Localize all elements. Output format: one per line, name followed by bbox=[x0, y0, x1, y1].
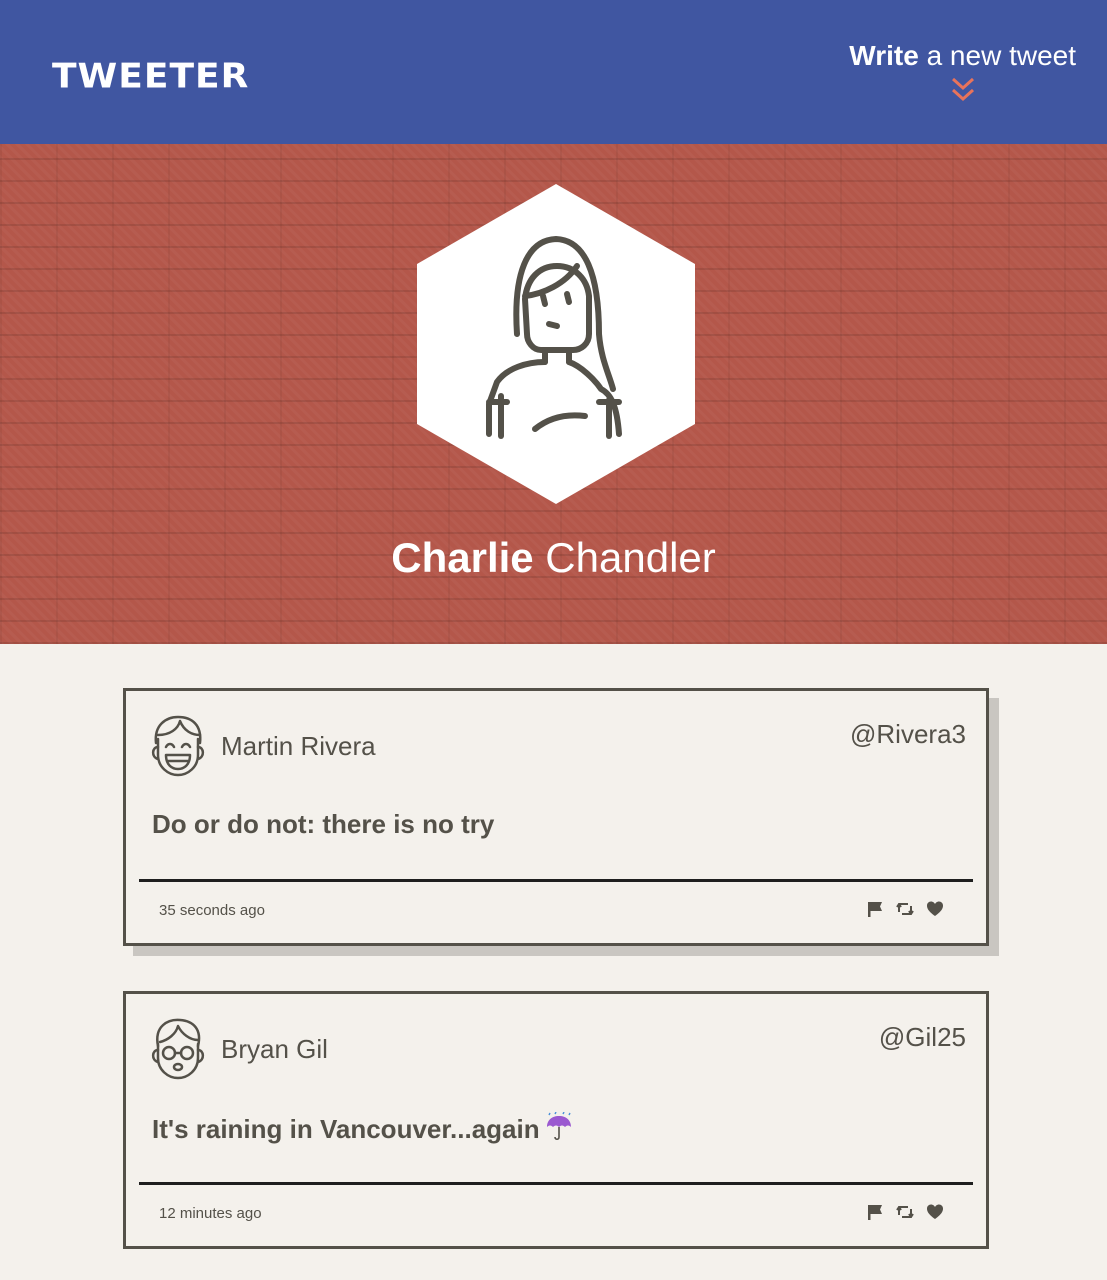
tweet-card: Bryan Gil @Gil25 It's raining in Vancouv… bbox=[123, 991, 989, 1249]
tweet-author-name[interactable]: Bryan Gil bbox=[221, 1034, 328, 1065]
glasses-man-avatar-icon bbox=[151, 1018, 205, 1080]
tweet-actions bbox=[866, 1203, 944, 1221]
tweet-author-handle[interactable]: @Gil25 bbox=[879, 1022, 966, 1053]
tweet-divider bbox=[139, 1182, 973, 1185]
profile-header: Charlie Chandler bbox=[0, 144, 1107, 644]
profile-name: Charlie Chandler bbox=[391, 534, 716, 581]
double-chevron-down-icon[interactable] bbox=[950, 76, 976, 104]
write-new-tweet-button[interactable]: Write a new tweet bbox=[849, 40, 1076, 104]
tweet-timestamp: 12 minutes ago bbox=[159, 1205, 262, 1222]
tweet-timestamp: 35 seconds ago bbox=[159, 902, 265, 919]
tweet-author-name[interactable]: Martin Rivera bbox=[221, 731, 376, 762]
heart-icon[interactable] bbox=[926, 1203, 944, 1221]
woman-avatar-icon bbox=[417, 184, 695, 504]
tweet-card: Martin Rivera @Rivera3 Do or do not: the… bbox=[123, 688, 989, 946]
retweet-icon[interactable] bbox=[896, 1203, 914, 1221]
laughing-man-avatar-icon bbox=[151, 715, 205, 777]
umbrella-rain-icon bbox=[546, 1112, 571, 1141]
top-nav: TWEETER Write a new tweet bbox=[0, 0, 1107, 144]
retweet-icon[interactable] bbox=[896, 900, 914, 918]
tweet-content: It's raining in Vancouver...again bbox=[152, 1112, 574, 1145]
flag-icon[interactable] bbox=[866, 1203, 884, 1221]
tweet-content: Do or do not: there is no try bbox=[152, 809, 495, 839]
tweet-actions bbox=[866, 900, 944, 918]
flag-icon[interactable] bbox=[866, 900, 884, 918]
heart-icon[interactable] bbox=[926, 900, 944, 918]
tweet-divider bbox=[139, 879, 973, 882]
brand-logo[interactable]: TWEETER bbox=[52, 57, 249, 96]
write-new-tweet-label: Write a new tweet bbox=[849, 40, 1076, 71]
tweet-author-handle[interactable]: @Rivera3 bbox=[850, 719, 966, 750]
